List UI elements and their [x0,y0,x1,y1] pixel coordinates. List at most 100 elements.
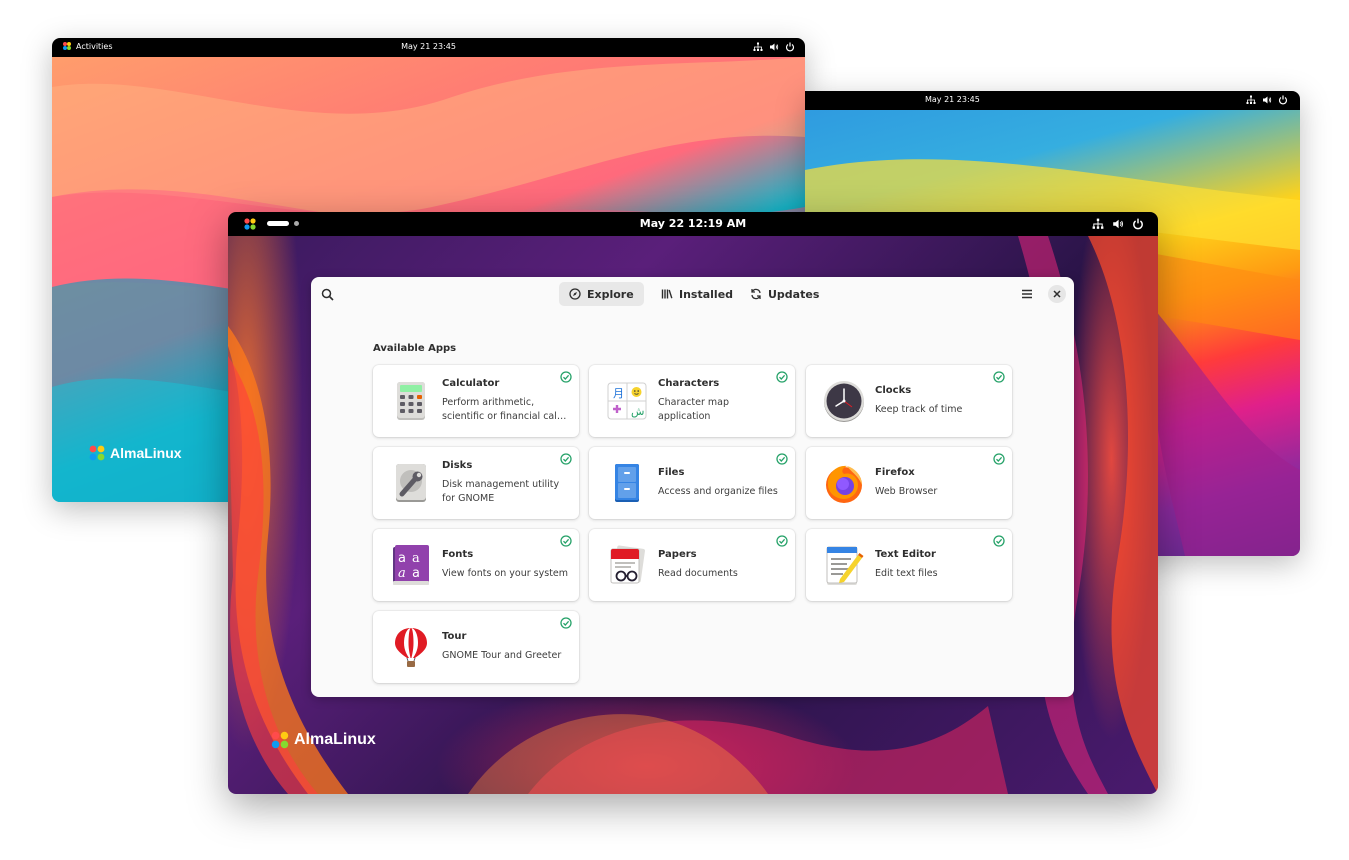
app-name: Clocks [875,385,912,396]
almalinux-logo-icon [89,445,105,461]
search-icon [321,288,334,301]
app-card-disks[interactable]: Disks Disk management utility for GNOME [373,447,579,519]
app-name: Characters [658,378,720,389]
app-description: Read documents [658,568,738,579]
header-bar: Explore Installed Updates [311,277,1074,311]
top-bar-front: May 22 12:19 AM [228,212,1158,236]
refresh-icon [751,288,761,300]
network-icon [753,42,763,51]
svg-text:a: a [412,551,420,566]
fonts-icon: a a a a [393,545,429,585]
app-card-tour[interactable]: Tour GNOME Tour and Greeter [373,611,579,683]
activities-button[interactable]: Activities [62,41,113,51]
tab-label: Installed [679,287,734,301]
main-menu-button[interactable] [1019,286,1035,302]
text-editor-icon [826,546,864,585]
app-name: Tour [442,631,467,642]
tab-label: Explore [587,287,634,301]
characters-icon: 月 ش [607,382,647,420]
section-title: Available Apps [373,343,457,354]
app-card-calculator[interactable]: Calculator Perform arithmetic, scientifi… [373,365,579,437]
almalinux-logo-icon[interactable] [243,217,257,231]
library-icon [661,289,673,299]
volume-icon [1263,96,1272,104]
svg-text:a: a [412,566,420,581]
workspace-dot[interactable] [294,221,299,226]
installed-check-icon [993,535,1005,547]
installed-check-icon [776,453,788,465]
svg-text:a: a [398,566,406,581]
app-description: Access and organize files [658,486,778,497]
activities-label: Activities [76,41,113,51]
app-name: Disks [442,460,473,471]
system-tray-right[interactable] [1246,95,1288,105]
app-card-characters[interactable]: 月 ش Characters Character map application [589,365,795,437]
app-description: Perform arithmetic, scientific or financ… [442,397,567,422]
installed-check-icon [776,371,788,383]
search-button[interactable] [319,286,335,302]
almalinux-watermark-front: AlmaLinux [270,730,376,750]
app-card-papers[interactable]: Papers Read documents [589,529,795,601]
app-name: Fonts [442,549,474,560]
tab-installed[interactable]: Installed [651,282,743,306]
volume-icon [770,43,779,51]
app-name: Papers [658,549,697,560]
app-card-clocks[interactable]: Clocks Keep track of time [806,365,1012,437]
app-card-firefox[interactable]: Firefox Web Browser [806,447,1012,519]
svg-text:a: a [398,551,406,566]
app-description: Character map application [658,397,730,422]
volume-icon [1113,219,1123,229]
close-button[interactable] [1048,285,1066,303]
network-icon [1092,218,1104,229]
system-tray-left[interactable] [753,42,795,52]
clocks-icon [824,381,864,422]
app-name: Firefox [875,467,915,478]
power-icon [1278,95,1288,105]
almalinux-logo-icon [63,42,71,50]
clock-front[interactable]: May 22 12:19 AM [640,217,746,230]
close-icon [1053,290,1061,298]
installed-check-icon [560,617,572,629]
app-description: Web Browser [875,486,938,497]
almalinux-wordmark: AlmaLinux [294,731,376,748]
app-name: Text Editor [875,549,936,560]
disks-icon [396,464,426,502]
app-description: Disk management utility for GNOME [442,479,560,504]
firefox-icon [826,465,862,503]
almalinux-wordmark: AlmaLinux [110,445,182,461]
almalinux-watermark-left: AlmaLinux [88,444,182,462]
calculator-icon [397,382,425,420]
app-name: Files [658,467,685,478]
papers-icon [610,545,645,584]
app-card-text-editor[interactable]: Text Editor Edit text files [806,529,1012,601]
app-card-files[interactable]: Files Access and organize files [589,447,795,519]
top-bar-right: May 21 23:45 [805,91,1300,110]
app-description: GNOME Tour and Greeter [442,650,562,661]
network-icon [1246,95,1256,104]
almalinux-logo-icon [271,731,289,749]
installed-check-icon [560,371,572,383]
tab-label: Updates [768,287,820,301]
installed-check-icon [560,453,572,465]
installed-check-icon [560,535,572,547]
svg-text:月: 月 [613,387,624,400]
installed-check-icon [993,371,1005,383]
app-card-fonts[interactable]: a a a a Fonts View fonts on your system [373,529,579,601]
clock-right[interactable]: May 21 23:45 [925,95,980,104]
tab-updates[interactable]: Updates [740,282,829,306]
top-bar-left: Activities May 21 23:45 [52,38,805,57]
power-icon [785,42,795,52]
app-name: Calculator [442,378,500,389]
software-window: Explore Installed Updates Available Apps… [311,277,1074,697]
power-icon [1133,218,1143,230]
tab-explore[interactable]: Explore [559,282,644,306]
svg-text:ش: ش [631,405,644,418]
workspace-dot-active[interactable] [267,221,289,226]
clock-left[interactable]: May 21 23:45 [401,42,456,51]
installed-check-icon [993,453,1005,465]
workspace-indicator[interactable] [267,221,299,226]
installed-check-icon [776,535,788,547]
files-icon [615,464,639,502]
system-tray-front[interactable] [1092,218,1144,230]
app-description: View fonts on your system [442,568,568,579]
